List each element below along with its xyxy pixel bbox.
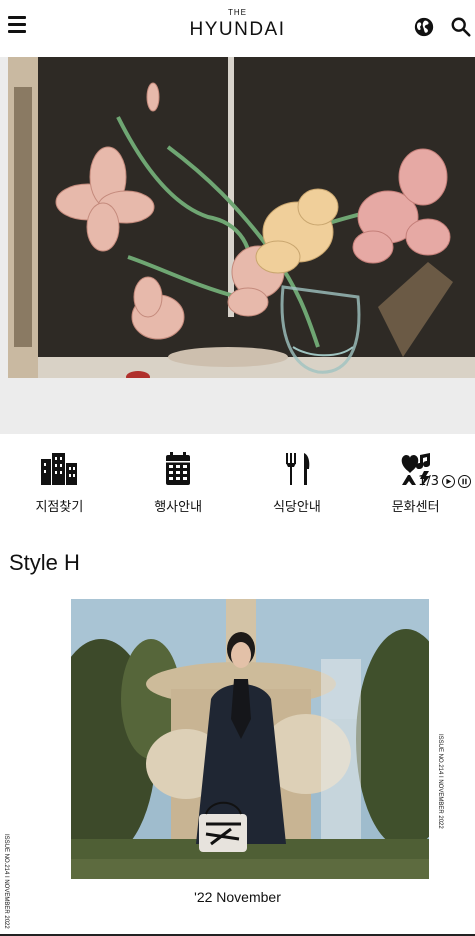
magazine-caption: '22 November [194, 889, 281, 905]
quick-menu-label: 식당안내 [272, 500, 321, 515]
magazine-cover-photo [71, 599, 429, 879]
hero-painting-image[interactable] [8, 57, 475, 378]
search-icon [451, 17, 471, 37]
quick-menu-store-finder[interactable]: 지점찾기 [0, 434, 119, 524]
hero-painting [8, 57, 475, 378]
quick-menu-culture-center[interactable]: 문화센터 [356, 434, 475, 524]
magazine-issue-side-text: ISSUE NO.214 I NOVEMBER 2022 [437, 734, 443, 829]
quick-menu-dining[interactable]: 식당안내 [238, 434, 357, 524]
quick-menu: 지점찾기 행사안내 식당안내 문화센터 [0, 434, 475, 524]
building-icon [41, 453, 78, 485]
culture-icon [401, 453, 430, 486]
quick-menu-label: 문화센터 [391, 500, 440, 515]
search-button[interactable] [450, 16, 472, 38]
calendar-icon [166, 452, 191, 485]
hero-carousel[interactable]: 1/3 [0, 57, 475, 489]
magazine-cover-image[interactable] [71, 599, 429, 879]
logo[interactable]: THE HYUNDAI [0, 8, 475, 40]
quick-menu-label: 지점찾기 [35, 500, 84, 515]
language-button[interactable] [413, 16, 435, 38]
globe-icon [414, 17, 434, 37]
fork-knife-icon [285, 453, 310, 485]
header: THE HYUNDAI [0, 0, 475, 57]
logo-hyundai: HYUNDAI [189, 19, 286, 40]
logo-the: THE [228, 8, 247, 17]
quick-menu-events[interactable]: 행사안내 [119, 434, 238, 524]
quick-menu-label: 행사안내 [154, 500, 203, 515]
section-title-style-h: Style H [9, 550, 80, 575]
magazine-issue-side-text: ISSUE NO.214 I NOVEMBER 2022 [3, 834, 9, 929]
